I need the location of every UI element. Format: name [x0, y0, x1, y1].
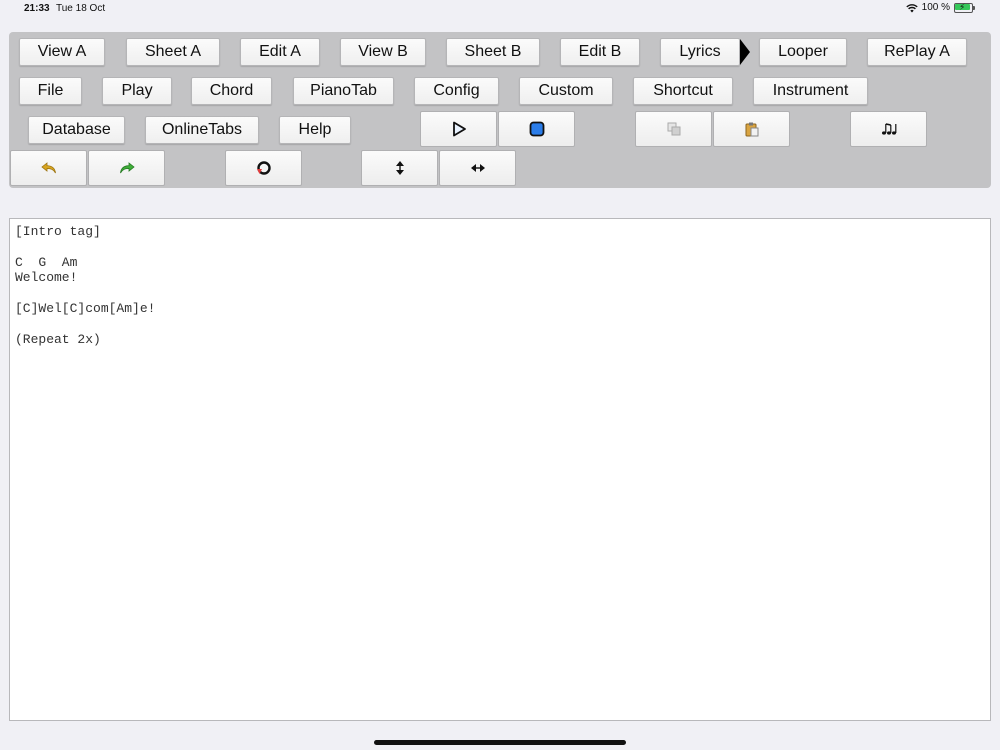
vertical-resize-button[interactable]	[361, 150, 438, 186]
view-a-button[interactable]: View A	[19, 38, 105, 66]
horizontal-resize-icon	[470, 164, 485, 172]
undo-button[interactable]	[10, 150, 87, 186]
play-button[interactable]	[420, 111, 497, 147]
config-button[interactable]: Config	[414, 77, 499, 105]
vertical-resize-icon	[395, 161, 404, 175]
status-bar: 21:33 Tue 18 Oct 100 % ⚡	[0, 0, 1000, 18]
copy-icon	[667, 122, 680, 136]
copy-button[interactable]	[635, 111, 712, 147]
lyrics-button[interactable]: Lyrics	[660, 38, 740, 66]
music-notes-icon	[881, 123, 896, 135]
shortcut-button[interactable]: Shortcut	[633, 77, 733, 105]
horizontal-resize-button[interactable]	[439, 150, 516, 186]
instrument-button[interactable]: Instrument	[753, 77, 868, 105]
sheet-b-button[interactable]: Sheet B	[446, 38, 540, 66]
replay-a-button[interactable]: RePlay A	[867, 38, 967, 66]
editor-text-area[interactable]: [Intro tag] C G Am Welcome! [C]Wel[C]com…	[9, 218, 991, 721]
file-button[interactable]: File	[19, 77, 82, 105]
sheet-a-button[interactable]: Sheet A	[126, 38, 220, 66]
chord-button[interactable]: Chord	[191, 77, 272, 105]
editor-line: (Repeat 2x)	[15, 332, 101, 347]
reload-icon	[256, 161, 271, 175]
paste-button[interactable]	[713, 111, 790, 147]
status-date: Tue 18 Oct	[56, 3, 106, 14]
pianotab-button[interactable]: PianoTab	[293, 77, 394, 105]
stop-button[interactable]	[498, 111, 575, 147]
battery-percent: 100 %	[921, 2, 950, 13]
paste-icon	[745, 122, 758, 137]
view-b-button[interactable]: View B	[340, 38, 426, 66]
editor-line: [C]Wel[C]com[Am]e!	[15, 301, 156, 316]
wifi-icon	[905, 3, 918, 12]
looper-button[interactable]: Looper	[759, 38, 847, 66]
status-indicators: 100 % ⚡	[905, 2, 976, 13]
play-icon	[452, 121, 466, 137]
database-button[interactable]: Database	[28, 116, 125, 144]
redo-button[interactable]	[88, 150, 165, 186]
custom-button[interactable]: Custom	[519, 77, 613, 105]
battery-icon: ⚡	[954, 2, 976, 13]
toolbar-panel: View A Sheet A Edit A View B Sheet B Edi…	[9, 32, 991, 188]
stop-icon	[529, 121, 544, 137]
play-menu-button[interactable]: Play	[102, 77, 172, 105]
edit-b-button[interactable]: Edit B	[560, 38, 640, 66]
editor-line: [Intro tag]	[15, 224, 101, 239]
editor-line: Welcome!	[15, 270, 78, 285]
editor-line: C G Am	[15, 255, 78, 270]
edit-a-button[interactable]: Edit A	[240, 38, 320, 66]
active-arrow-icon	[740, 39, 750, 65]
redo-icon	[119, 162, 135, 174]
home-indicator[interactable]	[374, 740, 626, 745]
help-button[interactable]: Help	[279, 116, 351, 144]
onlinetabs-button[interactable]: OnlineTabs	[145, 116, 259, 144]
music-notes-button[interactable]	[850, 111, 927, 147]
status-time: 21:33	[24, 3, 50, 14]
undo-icon	[40, 162, 56, 174]
reload-button[interactable]	[225, 150, 302, 186]
